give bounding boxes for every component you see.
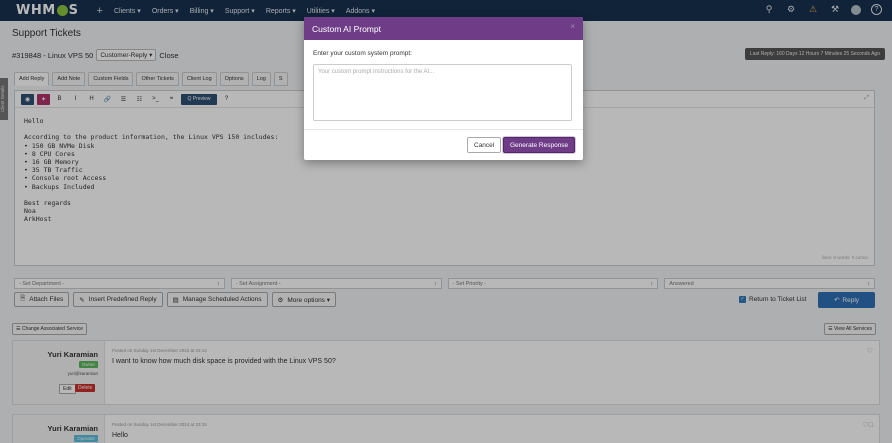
modal-header: Custom AI Prompt × [304,17,583,40]
prompt-label: Enter your custom system prompt: [313,50,412,57]
modal-divider [304,129,583,130]
custom-prompt-input[interactable] [313,64,572,121]
custom-ai-prompt-modal: Custom AI Prompt × Enter your custom sys… [304,17,583,160]
generate-response-button[interactable]: Generate Response [503,137,576,153]
modal-title: Custom AI Prompt [312,23,381,34]
cancel-button[interactable]: Cancel [467,137,502,153]
close-icon[interactable]: × [570,22,575,31]
